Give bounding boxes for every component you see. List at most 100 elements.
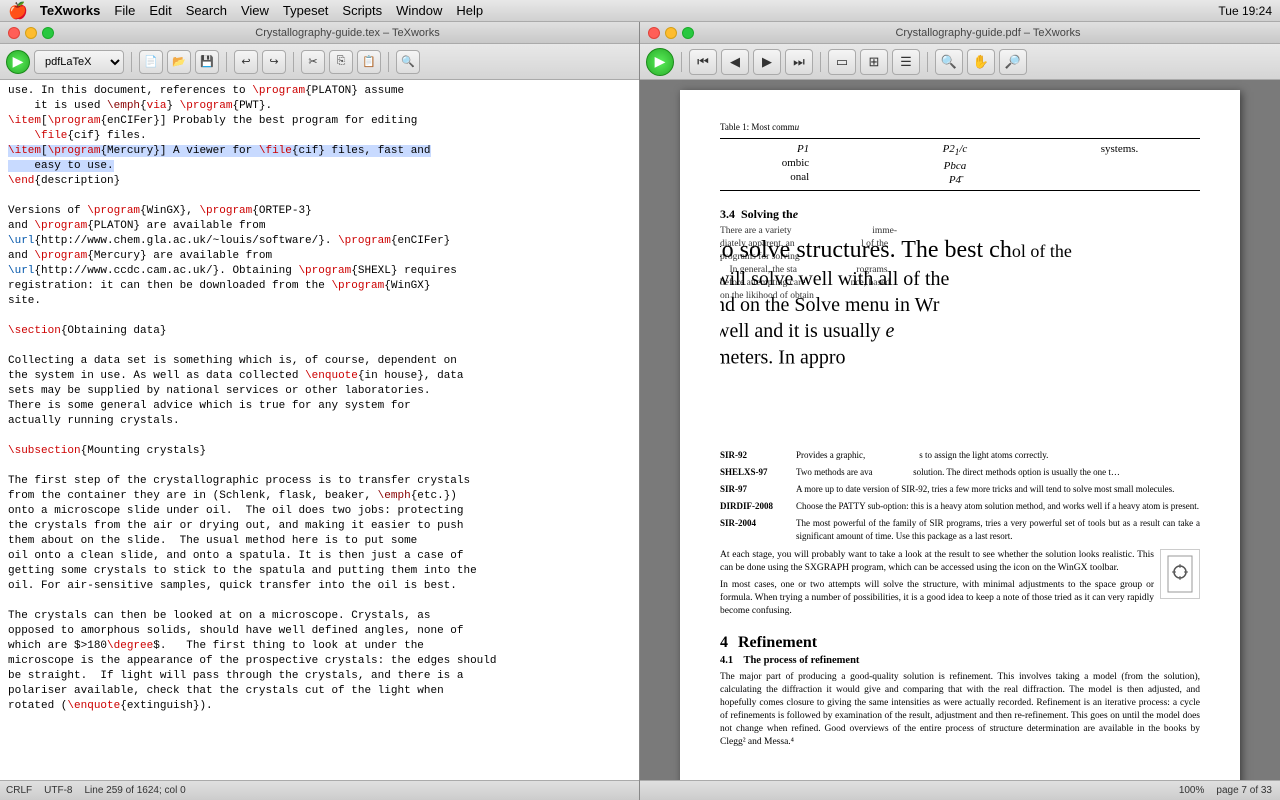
toolbar-separator-1 bbox=[131, 52, 132, 72]
editor-zoom-button[interactable] bbox=[42, 27, 54, 39]
line-col-indicator: Line 259 of 1624; col 0 bbox=[84, 785, 185, 796]
solving-para4: In general, the sta rograms bbox=[720, 264, 1200, 277]
solving-para1: There are a variety imme- bbox=[720, 225, 1200, 238]
pdf-panel: Crystallography-guide.pdf – TeXworks ▶ ⏮… bbox=[640, 22, 1280, 800]
section-41-number: 4.1 bbox=[720, 655, 733, 666]
pdf-toolbar: ▶ ⏮ ◀ ▶ ⏭ ▭ ⊞ ☰ 🔍 ✋ 🔎 bbox=[640, 44, 1280, 80]
desc-sir97-text: A more up to date version of SIR-92, tri… bbox=[796, 483, 1174, 496]
sxgraph-section: At each stage, you will probably want to… bbox=[720, 549, 1200, 622]
pdf-content[interactable]: Table 1: Most commu P1 ombic onal P21/c … bbox=[640, 80, 1280, 780]
desc-sir2004-text: The most powerful of the family of SIR p… bbox=[796, 517, 1200, 543]
menu-typeset[interactable]: Typeset bbox=[283, 3, 329, 18]
desc-sir92-text: Provides a graphic, s to assign the ligh… bbox=[796, 449, 1048, 462]
sxgraph-icon bbox=[1160, 549, 1200, 599]
menu-scripts[interactable]: Scripts bbox=[342, 3, 382, 18]
systems-label: systems. bbox=[1101, 142, 1139, 156]
section-41-title: The process of refinement bbox=[743, 655, 859, 666]
section-41-title-wrapper: 4.1 The process of refinement bbox=[720, 654, 1200, 668]
pdf-page: Table 1: Most commu P1 ombic onal P21/c … bbox=[680, 90, 1240, 780]
menubar-time: Tue 19:24 bbox=[1218, 4, 1272, 18]
pdf-toolbar-sep3 bbox=[927, 52, 928, 72]
section-4-title: Refinement bbox=[738, 636, 817, 650]
sxgraph-para: At each stage, you will probably want to… bbox=[720, 549, 1154, 575]
cut-button[interactable]: ✂ bbox=[301, 50, 325, 74]
toolbar-separator-4 bbox=[388, 52, 389, 72]
desc-sir97: SIR-97 A more up to date version of SIR-… bbox=[720, 483, 1200, 496]
menu-texworks[interactable]: TeXworks bbox=[40, 3, 100, 18]
pdf-close-button[interactable] bbox=[648, 27, 660, 39]
editor-title: Crystallography-guide.tex – TeXworks bbox=[64, 27, 631, 39]
editor-traffic-lights bbox=[8, 27, 54, 39]
section-34-title: 3.4 Solving the bbox=[720, 207, 1200, 221]
undo-button[interactable]: ↩ bbox=[234, 50, 258, 74]
apple-menu[interactable]: 🍎 bbox=[8, 1, 28, 21]
copy-button[interactable]: ⎘ bbox=[329, 50, 353, 74]
menu-view[interactable]: View bbox=[241, 3, 269, 18]
save-button[interactable]: 💾 bbox=[195, 50, 219, 74]
pdf-zoom-in-button[interactable]: 🔍 bbox=[935, 49, 963, 75]
main-area: Crystallography-guide.tex – TeXworks ▶ p… bbox=[0, 22, 1280, 800]
cases-para: In most cases, one or two attempts will … bbox=[720, 579, 1154, 618]
description-list: SIR-92 Provides a graphic, s to assign t… bbox=[720, 449, 1200, 543]
format-select[interactable]: pdfLaTeX LaTeX XeLaTeX bbox=[34, 50, 124, 74]
pdf-title: Crystallography-guide.pdf – TeXworks bbox=[704, 27, 1272, 39]
pdf-run-button[interactable]: ▶ bbox=[646, 48, 674, 76]
refinement-para: The major part of producing a good-quali… bbox=[720, 671, 1200, 749]
editor-run-button[interactable]: ▶ bbox=[6, 50, 30, 74]
toolbar-separator-3 bbox=[293, 52, 294, 72]
pdf-last-page-button[interactable]: ⏭ bbox=[785, 49, 813, 75]
desc-dirdif2008-label: DIRDIF-2008 bbox=[720, 500, 790, 513]
pdf-page-indicator: page 7 of 33 bbox=[1216, 785, 1272, 796]
menubar: 🍎 TeXworks File Edit Search View Typeset… bbox=[0, 0, 1280, 22]
redo-button[interactable]: ↪ bbox=[262, 50, 286, 74]
section-34-heading: Solving the bbox=[741, 207, 798, 221]
toolbar-separator-2 bbox=[226, 52, 227, 72]
editor-content[interactable]: use. In this document, references to \pr… bbox=[0, 80, 639, 780]
overlay-text-5: meters. In appro bbox=[720, 344, 1200, 371]
space-group-P21c: P21/c bbox=[943, 142, 968, 159]
desc-shelxs97-label: SHELXS-97 bbox=[720, 466, 790, 479]
pdf-zoom-button[interactable] bbox=[682, 27, 694, 39]
desc-sir2004-label: SIR-2004 bbox=[720, 517, 790, 543]
pdf-search-button[interactable]: 🔎 bbox=[999, 49, 1027, 75]
pdf-page-btn2[interactable]: ⊞ bbox=[860, 49, 888, 75]
pdf-page-btn3[interactable]: ☰ bbox=[892, 49, 920, 75]
space-group-onal: onal bbox=[782, 170, 810, 184]
pdf-zoom-level: 100% bbox=[1179, 785, 1205, 796]
space-group-P4bar: P4̄ bbox=[943, 173, 968, 187]
editor-panel: Crystallography-guide.tex – TeXworks ▶ p… bbox=[0, 22, 640, 800]
pdf-page-btn1[interactable]: ▭ bbox=[828, 49, 856, 75]
paste-button[interactable]: 📋 bbox=[357, 50, 381, 74]
menu-window[interactable]: Window bbox=[396, 3, 442, 18]
desc-shelxs97: SHELXS-97 Two methods are ava solution. … bbox=[720, 466, 1200, 479]
search-button[interactable]: 🔍 bbox=[396, 50, 420, 74]
editor-titlebar: Crystallography-guide.tex – TeXworks bbox=[0, 22, 639, 44]
menu-help[interactable]: Help bbox=[456, 3, 483, 18]
pdf-minimize-button[interactable] bbox=[665, 27, 677, 39]
desc-dirdif2008: DIRDIF-2008 Choose the PATTY sub-option:… bbox=[720, 500, 1200, 513]
menu-search[interactable]: Search bbox=[186, 3, 227, 18]
open-button[interactable]: 📂 bbox=[167, 50, 191, 74]
pdf-first-page-button[interactable]: ⏮ bbox=[689, 49, 717, 75]
pdf-hand-tool-button[interactable]: ✋ bbox=[967, 49, 995, 75]
section-34: 3.4 Solving the There are a variety imme… bbox=[720, 207, 1200, 622]
section-34-number: 3.4 bbox=[720, 207, 735, 221]
solving-para3: programs for solving bbox=[720, 251, 1200, 264]
editor-close-button[interactable] bbox=[8, 27, 20, 39]
pdf-next-page-button[interactable]: ▶ bbox=[753, 49, 781, 75]
editor-statusbar: CRLF UTF-8 Line 259 of 1624; col 0 bbox=[0, 780, 639, 800]
space-group-Pbca: Pbca bbox=[943, 159, 968, 173]
pdf-toolbar-sep1 bbox=[681, 52, 682, 72]
pdf-traffic-lights bbox=[648, 27, 694, 39]
editor-toolbar: ▶ pdfLaTeX LaTeX XeLaTeX 📄 📂 💾 ↩ ↪ ✂ ⎘ 📋… bbox=[0, 44, 639, 80]
pdf-prev-page-button[interactable]: ◀ bbox=[721, 49, 749, 75]
menu-edit[interactable]: Edit bbox=[149, 3, 171, 18]
pdf-titlebar: Crystallography-guide.pdf – TeXworks bbox=[640, 22, 1280, 44]
editor-minimize-button[interactable] bbox=[25, 27, 37, 39]
space-group-P1: P1 bbox=[782, 142, 810, 156]
menu-file[interactable]: File bbox=[114, 3, 135, 18]
overlay-text-4: well and it is usually e bbox=[720, 318, 1200, 344]
new-button[interactable]: 📄 bbox=[139, 50, 163, 74]
desc-sir97-label: SIR-97 bbox=[720, 483, 790, 496]
section-4: 4 Refinement 4.1 The process of refineme… bbox=[720, 636, 1200, 749]
